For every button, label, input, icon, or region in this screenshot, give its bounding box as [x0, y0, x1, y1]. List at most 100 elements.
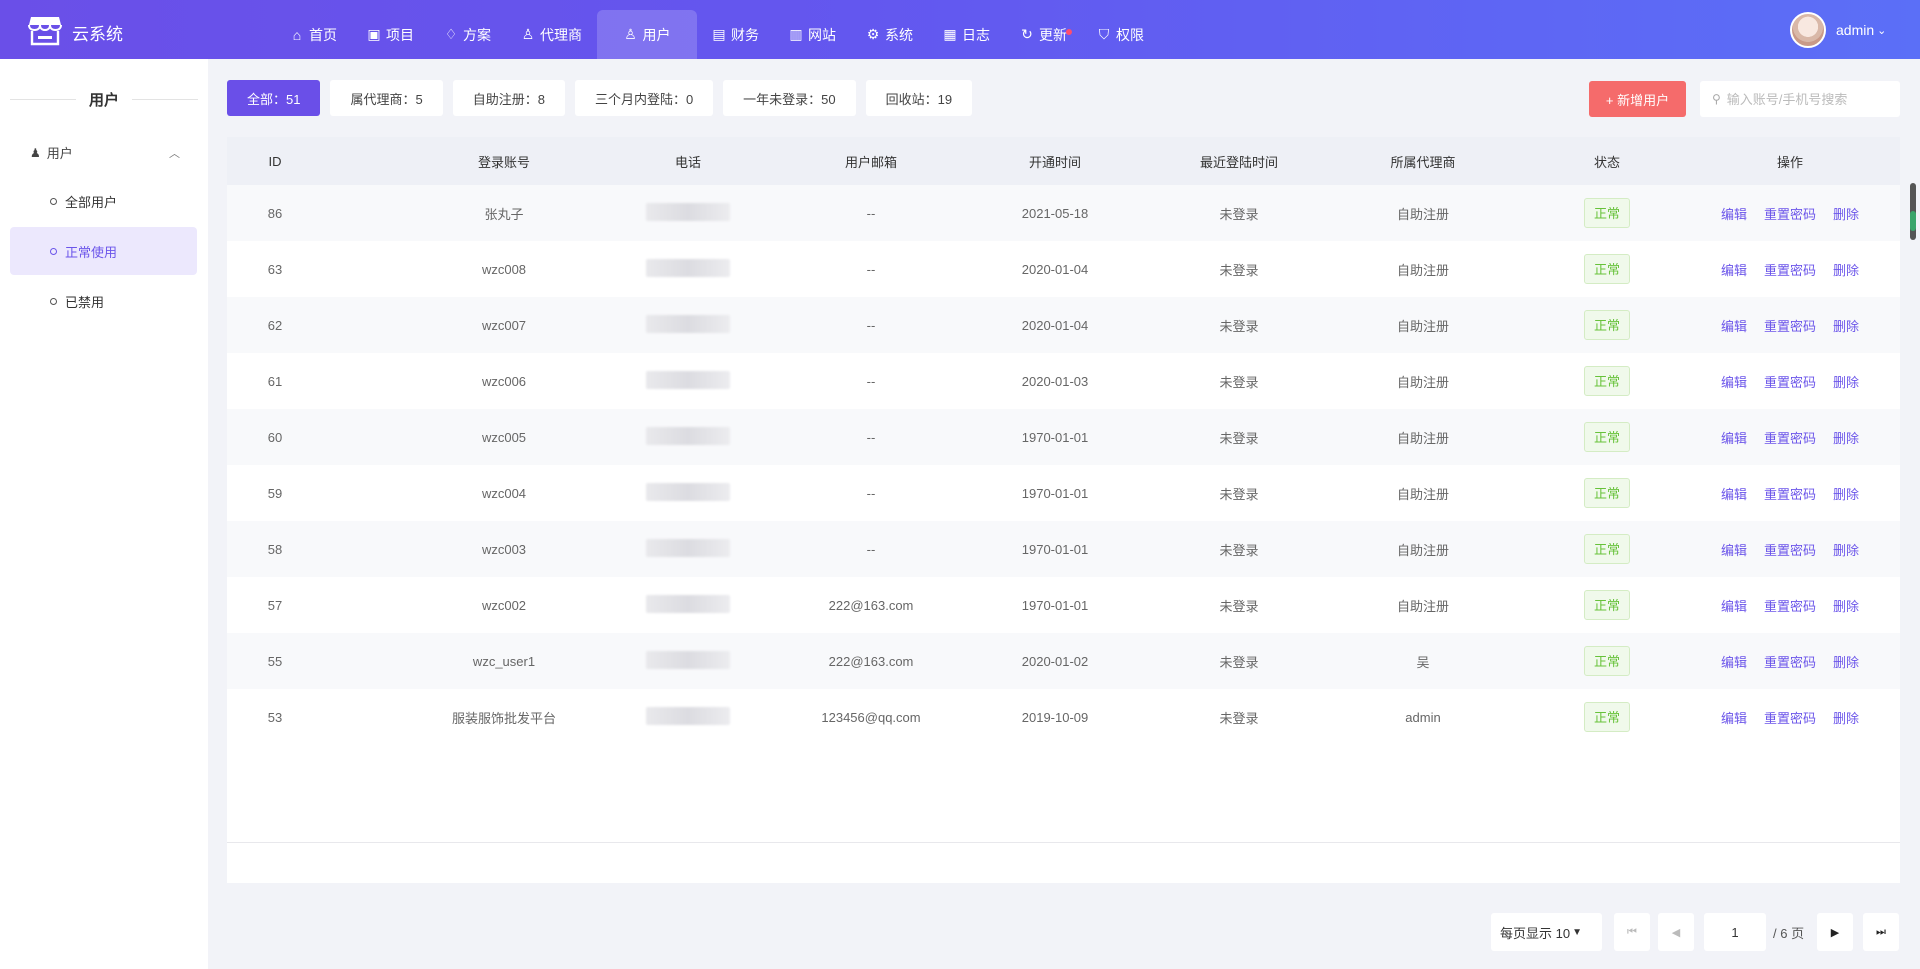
add-user-button[interactable]: + 新增用户 [1589, 81, 1686, 117]
table-row: 58 wzc003 -- 1970-01-01 未登录 自助注册 正常 编辑 重置密码 删除 [227, 521, 1900, 577]
delete-link[interactable]: 删除 [1833, 487, 1859, 502]
chevron-down-icon[interactable]: ⌄ [1877, 24, 1886, 37]
reset-password-link[interactable]: 重置密码 [1764, 599, 1816, 614]
cell-email: 222@163.com [828, 653, 914, 669]
edit-link[interactable]: 编辑 [1721, 375, 1747, 390]
status-badge: 正常 [1583, 478, 1631, 508]
cell-status: 正常 [1583, 310, 1631, 340]
nav-item-0[interactable]: ⌂ 首页 [275, 10, 352, 59]
store-logo-icon [28, 17, 62, 46]
scrollbar[interactable] [1910, 183, 1916, 240]
search-input[interactable] [1726, 91, 1887, 107]
cell-account: wzc002 [481, 597, 527, 613]
delete-link[interactable]: 删除 [1833, 263, 1859, 278]
user-icon: ♙ [521, 26, 535, 42]
redacted-phone [646, 482, 730, 501]
reset-password-link[interactable]: 重置密码 [1764, 487, 1816, 502]
filter-all[interactable]: 全部：51 [227, 80, 321, 116]
main-nav: ⌂ 首页 ▣ 项目 ♢ 方案 ♙ 代理商 ♙ 用户 ▤ 财务 ▥ 网站 ⚙ 系统 ▦ 日志 ↻ 更新 ⛉ 权限 [275, 10, 1159, 59]
home-icon: ⌂ [292, 26, 302, 43]
cell-account: wzc_user1 [472, 653, 536, 669]
redacted-phone [646, 202, 730, 221]
reset-password-link[interactable]: 重置密码 [1764, 655, 1816, 670]
delete-link[interactable]: 删除 [1833, 319, 1859, 334]
user-menu[interactable]: admin ⌄ [1790, 12, 1886, 48]
edit-link[interactable]: 编辑 [1721, 207, 1747, 222]
redacted-phone [646, 426, 730, 445]
last-page-button[interactable]: ⏭ [1863, 913, 1899, 951]
diamond-icon: ♢ [444, 26, 458, 42]
nav-item-6[interactable]: ▥ 网站 [774, 10, 851, 59]
gear-icon: ⚙ [866, 26, 880, 42]
filter-inactive-year[interactable]: 一年未登录：50 [723, 80, 856, 116]
delete-link[interactable]: 删除 [1833, 711, 1859, 726]
sidebar-group-users[interactable]: ♟ 用户 ︿ [30, 143, 180, 162]
nav-item-5[interactable]: ▤ 财务 [697, 10, 774, 59]
filter-recycle-bin[interactable]: 回收站：19 [865, 80, 973, 116]
cell-status: 正常 [1583, 590, 1631, 620]
reset-password-link[interactable]: 重置密码 [1764, 431, 1816, 446]
edit-link[interactable]: 编辑 [1721, 263, 1747, 278]
filter-self-register[interactable]: 自助注册：8 [452, 80, 565, 116]
reset-password-link[interactable]: 重置密码 [1764, 543, 1816, 558]
delete-link[interactable]: 删除 [1833, 431, 1859, 446]
chevron-up-icon[interactable]: ︿ [169, 145, 180, 161]
nav-item-7[interactable]: ⚙ 系统 [851, 10, 928, 59]
sidebar-item-all-users[interactable]: 全部用户 [10, 177, 197, 225]
cell-id: 59 [267, 485, 283, 501]
nav-item-10[interactable]: ⛉ 权限 [1082, 10, 1159, 59]
status-badge: 正常 [1583, 310, 1631, 340]
reset-password-link[interactable]: 重置密码 [1764, 263, 1816, 278]
page-size-select[interactable]: 每页显示 10 ▼ [1491, 913, 1602, 951]
edit-link[interactable]: 编辑 [1721, 655, 1747, 670]
avatar[interactable] [1790, 12, 1826, 48]
delete-link[interactable]: 删除 [1833, 599, 1859, 614]
delete-link[interactable]: 删除 [1833, 207, 1859, 222]
nav-item-1[interactable]: ▣ 项目 [352, 10, 429, 59]
cell-account: wzc005 [481, 429, 527, 445]
reset-password-link[interactable]: 重置密码 [1764, 375, 1816, 390]
sidebar-item-normal[interactable]: 正常使用 [10, 227, 197, 275]
reset-password-link[interactable]: 重置密码 [1764, 711, 1816, 726]
edit-link[interactable]: 编辑 [1721, 599, 1747, 614]
sidebar-item-disabled[interactable]: 已禁用 [10, 277, 197, 325]
users-icon: ♙ [624, 26, 637, 42]
cell-phone [646, 706, 730, 728]
table-row: 61 wzc006 -- 2020-01-03 未登录 自助注册 正常 编辑 重置密码 删除 [227, 353, 1900, 409]
delete-link[interactable]: 删除 [1833, 543, 1859, 558]
delete-link[interactable]: 删除 [1833, 655, 1859, 670]
nav-item-4[interactable]: ♙ 用户 [597, 10, 697, 59]
page-input[interactable]: 1 [1704, 913, 1766, 951]
cell-id: 53 [267, 709, 283, 725]
sidebar: 用户 ♟ 用户 ︿ 全部用户 正常使用 已禁用 [0, 59, 208, 969]
nav-item-2[interactable]: ♢ 方案 [429, 10, 506, 59]
edit-link[interactable]: 编辑 [1721, 711, 1747, 726]
search-box[interactable]: ⚲ [1700, 81, 1900, 117]
status-badge: 正常 [1583, 534, 1631, 564]
reset-password-link[interactable]: 重置密码 [1764, 319, 1816, 334]
cell-id: 63 [267, 261, 283, 277]
first-page-button[interactable]: ⏮ [1614, 913, 1650, 951]
filter-recent-login[interactable]: 三个月内登陆：0 [574, 80, 714, 116]
user-name[interactable]: admin [1836, 22, 1874, 38]
edit-link[interactable]: 编辑 [1721, 431, 1747, 446]
edit-link[interactable]: 编辑 [1721, 543, 1747, 558]
reset-password-link[interactable]: 重置密码 [1764, 207, 1816, 222]
cell-actions: 编辑 重置密码 删除 [1721, 596, 1859, 615]
nav-item-label: 权限 [1116, 26, 1144, 43]
delete-link[interactable]: 删除 [1833, 375, 1859, 390]
redacted-phone [646, 258, 730, 277]
nav-item-label: 首页 [309, 26, 337, 43]
nav-item-label: 日志 [962, 26, 990, 43]
cell-account: wzc007 [481, 317, 527, 333]
edit-link[interactable]: 编辑 [1721, 319, 1747, 334]
status-badge: 正常 [1583, 254, 1631, 284]
nav-item-9[interactable]: ↻ 更新 [1005, 10, 1082, 59]
cell-agent: 自助注册 [1396, 486, 1450, 502]
next-page-button[interactable]: ▶ [1817, 913, 1853, 951]
prev-page-button[interactable]: ◀ [1658, 913, 1694, 951]
edit-link[interactable]: 编辑 [1721, 487, 1747, 502]
nav-item-3[interactable]: ♙ 代理商 [506, 10, 597, 59]
nav-item-8[interactable]: ▦ 日志 [928, 10, 1005, 59]
filter-agent[interactable]: 属代理商：5 [330, 80, 443, 116]
